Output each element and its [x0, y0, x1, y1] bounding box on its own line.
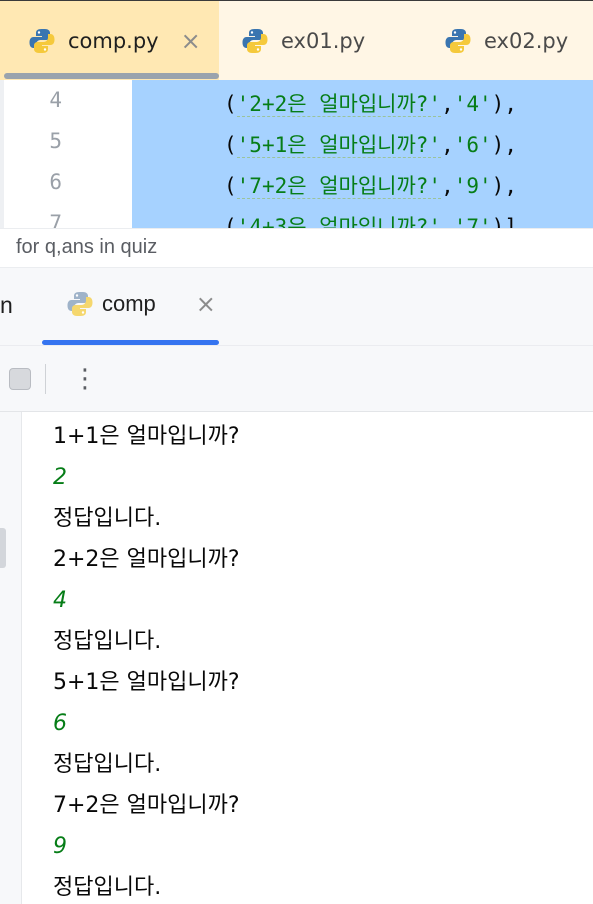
- string-literal: '4+3은 얼마입니까?': [236, 215, 442, 228]
- paren: ),: [491, 92, 517, 116]
- string-literal: '7': [453, 215, 492, 228]
- console-input-line: 6: [53, 711, 67, 736]
- console-line: 7+2은 얼마입니까?: [53, 793, 240, 818]
- run-panel-title-fragment: n: [0, 292, 13, 318]
- console-line: 정답입니다.: [53, 752, 162, 777]
- close-icon[interactable]: ×: [181, 27, 201, 55]
- toolbar-separator: [45, 364, 46, 394]
- paren: ),: [491, 133, 517, 157]
- console-line: 정답입니다.: [53, 629, 162, 654]
- paren: (: [224, 174, 237, 198]
- console-line: 1+1은 얼마입니까?: [53, 424, 240, 449]
- code-text: ('5+1은 얼마입니까?','6'),: [224, 129, 517, 159]
- line-number: 4: [49, 88, 62, 112]
- tab-ex02-py[interactable]: ex02.py: [424, 1, 593, 80]
- close-icon[interactable]: ×: [196, 290, 216, 318]
- string-literal: '9': [453, 174, 492, 198]
- line-number: 5: [49, 129, 62, 153]
- code-line: 6 ('7+2은 얼마입니까?','9'),: [0, 164, 593, 205]
- string-literal: '6': [453, 133, 492, 157]
- comma: ,: [441, 174, 454, 198]
- gutter-marker: [0, 528, 6, 568]
- active-tab-indicator: [4, 73, 219, 79]
- paren: (: [224, 92, 237, 116]
- tab-run-comp[interactable]: comp ×: [66, 290, 216, 318]
- python-icon: [445, 28, 471, 53]
- tab-label: comp: [102, 291, 156, 316]
- console-output[interactable]: 1+1은 얼마입니까? 2 정답입니다. 2+2은 얼마입니까? 4 정답입니다…: [22, 412, 593, 904]
- paren: (: [224, 133, 237, 157]
- console-line: 5+1은 얼마입니까?: [53, 670, 240, 695]
- paren: ),: [491, 174, 517, 198]
- string-literal: '5+1은 얼마입니까?': [236, 133, 442, 158]
- console-line: 정답입니다.: [53, 875, 162, 900]
- tab-label: comp.py: [68, 28, 159, 53]
- string-literal: '4': [453, 92, 492, 116]
- editor-tab-bar: comp.py × ex01.py ex02.py: [0, 0, 593, 80]
- code-editor[interactable]: 4 ('2+2은 얼마입니까?','4'), 5 ('5+1은 얼마입니까?',…: [0, 80, 593, 228]
- string-literal: '7+2은 얼마입니까?': [236, 174, 442, 199]
- python-icon: [29, 28, 55, 53]
- tab-comp-py[interactable]: comp.py ×: [0, 1, 219, 80]
- python-icon: [67, 292, 93, 316]
- console-gutter: [0, 412, 22, 904]
- comma: ,: [441, 92, 454, 116]
- code-line: 7 ('4+3은 얼마입니까?','7')]: [0, 205, 593, 228]
- console-input-line: 2: [53, 465, 67, 490]
- console-input-line: 4: [53, 588, 67, 613]
- active-run-tab-indicator: [42, 340, 219, 345]
- comma: ,: [441, 215, 454, 228]
- line-number: 6: [49, 170, 62, 194]
- breadcrumb[interactable]: for q,ans in quiz: [0, 228, 593, 268]
- breadcrumb-text[interactable]: for q,ans in quiz: [16, 236, 157, 259]
- console-input-line: 9: [53, 834, 67, 859]
- tab-ex01-py[interactable]: ex01.py: [219, 1, 424, 80]
- python-icon: [242, 28, 268, 53]
- comma: ,: [441, 133, 454, 157]
- line-number: 7: [49, 211, 62, 228]
- code-text: ('4+3은 얼마입니까?','7')]: [224, 211, 517, 228]
- run-toolbar: ⋮: [0, 346, 593, 412]
- code-line: 5 ('5+1은 얼마입니까?','6'),: [0, 123, 593, 164]
- paren: )]: [491, 215, 517, 228]
- stop-button[interactable]: [9, 368, 31, 390]
- paren: (: [224, 215, 237, 228]
- tab-label: ex02.py: [484, 28, 569, 53]
- more-options-icon[interactable]: ⋮: [72, 362, 98, 396]
- string-literal: '2+2은 얼마입니까?': [236, 92, 442, 117]
- tab-label: ex01.py: [281, 28, 366, 53]
- code-line: 4 ('2+2은 얼마입니까?','4'),: [0, 82, 593, 123]
- console-line: 2+2은 얼마입니까?: [53, 547, 240, 572]
- code-text: ('2+2은 얼마입니까?','4'),: [224, 88, 517, 118]
- run-panel-header: n comp ×: [0, 268, 593, 346]
- code-text: ('7+2은 얼마입니까?','9'),: [224, 170, 517, 200]
- console-line: 정답입니다.: [53, 506, 162, 531]
